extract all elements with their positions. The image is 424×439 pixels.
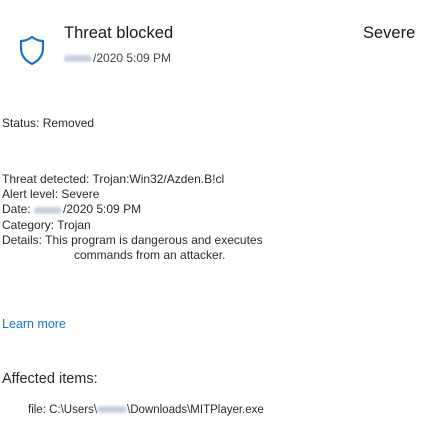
- threat-title: Threat blocked: [64, 24, 174, 42]
- date-label: Date:: [2, 202, 35, 217]
- threat-details-panel: Threat blocked Severe /2020 5:09 PM Stat…: [0, 0, 424, 439]
- category-line: Category: Trojan: [2, 217, 91, 232]
- threat-timestamp: /2020 5:09 PM: [64, 51, 171, 65]
- affected-items-heading: Affected items:: [2, 371, 98, 387]
- file-path-suffix: \Downloads\MITPlayer.exe: [127, 404, 264, 416]
- threat-header: Threat blocked Severe /2020 5:09 PM: [18, 20, 418, 80]
- file-path-prefix: file: C:\Users\: [28, 404, 98, 416]
- threat-detected-line: Threat detected: Trojan:Win32/Azden.B!cl: [2, 172, 225, 186]
- severity-label: Severe: [363, 24, 416, 42]
- shield-icon: [18, 34, 46, 66]
- details-line: Details: This program is dangerous and e…: [2, 232, 263, 247]
- affected-file-path: file: C:\Users\ \Downloads\MITPlayer.exe: [28, 404, 264, 416]
- learn-more-link[interactable]: Learn more: [2, 317, 66, 331]
- alert-level-line: Alert level: Severe: [2, 187, 100, 202]
- redacted-date: [64, 55, 92, 63]
- status-text: Status: Removed: [2, 116, 95, 130]
- threat-details: Threat detected: Trojan:Win32/Azden.B!cl…: [2, 172, 263, 263]
- redacted-username: [97, 406, 128, 414]
- timestamp-text: /2020 5:09 PM: [93, 51, 172, 65]
- date-text: /2020 5:09 PM: [63, 202, 142, 217]
- date-line: Date: /2020 5:09 PM: [2, 202, 263, 217]
- redacted-date: [34, 206, 63, 214]
- details-line-continued: commands from an attacker.: [74, 248, 226, 263]
